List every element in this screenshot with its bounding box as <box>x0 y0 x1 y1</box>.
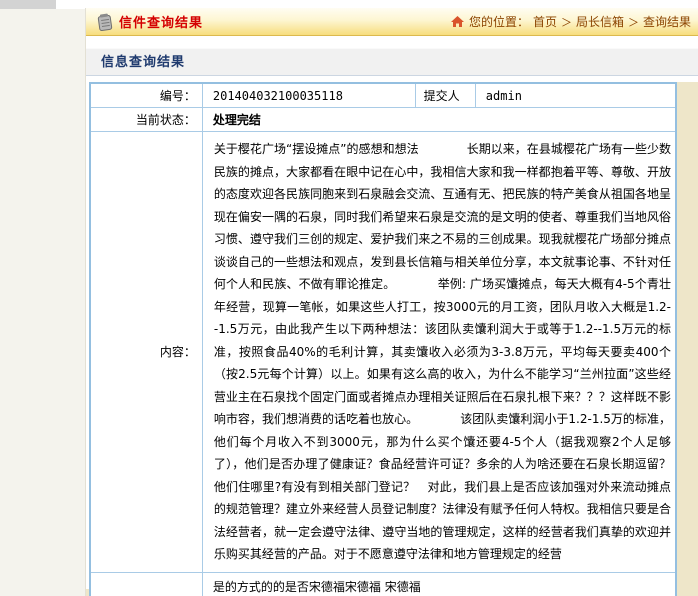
breadcrumb-mailbox-link[interactable]: 局长信箱 <box>576 13 624 30</box>
table-row-content: 内容： 关于樱花广场“摆设摊点”的感想和想法 长期以来，在县城樱花广场有一些少数… <box>90 132 676 573</box>
page: 信件查询结果 您的位置： 首页 ＞ 局长信箱 ＞ 查询结果 信息查询结果 <box>0 0 698 596</box>
letter-icon <box>96 13 113 31</box>
breadcrumb-separator: ＞ <box>628 14 639 30</box>
result-label: 处理结果： <box>90 572 202 596</box>
section-title: 信息查询结果 <box>86 48 698 76</box>
content-label: 内容： <box>90 132 202 573</box>
top-left-gray-strip <box>0 0 56 9</box>
table-row-result: 处理结果： 是的方式的的是否宋德福宋德福 宋德福 <box>90 572 676 596</box>
breadcrumb-separator: ＞ <box>561 14 572 30</box>
header-left: 信件查询结果 <box>96 12 203 31</box>
number-value: 201404032100035118 <box>202 83 415 108</box>
breadcrumb: 您的位置： 首页 ＞ 局长信箱 ＞ 查询结果 <box>451 13 691 30</box>
page-title: 信件查询结果 <box>119 12 203 31</box>
result-value: 是的方式的的是否宋德福宋德福 宋德福 <box>202 572 676 596</box>
breadcrumb-home-link[interactable]: 首页 <box>533 13 557 30</box>
result-table: 编号： 201404032100035118 提交人 admin 当前状态： 处… <box>89 82 677 596</box>
home-icon <box>451 16 465 28</box>
submitter-label: 提交人 <box>415 83 475 108</box>
breadcrumb-prefix: 您的位置： <box>469 13 529 30</box>
content-panel: 信件查询结果 您的位置： 首页 ＞ 局长信箱 ＞ 查询结果 信息查询结果 <box>85 8 698 596</box>
status-label: 当前状态： <box>90 108 202 132</box>
breadcrumb-current: 查询结果 <box>643 13 691 30</box>
status-value: 处理完结 <box>202 108 676 132</box>
header-bar: 信件查询结果 您的位置： 首页 ＞ 局长信箱 ＞ 查询结果 <box>86 8 698 36</box>
content-value: 关于樱花广场“摆设摊点”的感想和想法 长期以来，在县城樱花广场有一些少数民族的摊… <box>202 132 676 573</box>
number-label: 编号： <box>90 83 202 108</box>
beige-filler-right <box>677 82 698 596</box>
table-row-number: 编号： 201404032100035118 提交人 admin <box>90 83 676 108</box>
submitter-value: admin <box>475 83 676 108</box>
table-row-status: 当前状态： 处理完结 <box>90 108 676 132</box>
